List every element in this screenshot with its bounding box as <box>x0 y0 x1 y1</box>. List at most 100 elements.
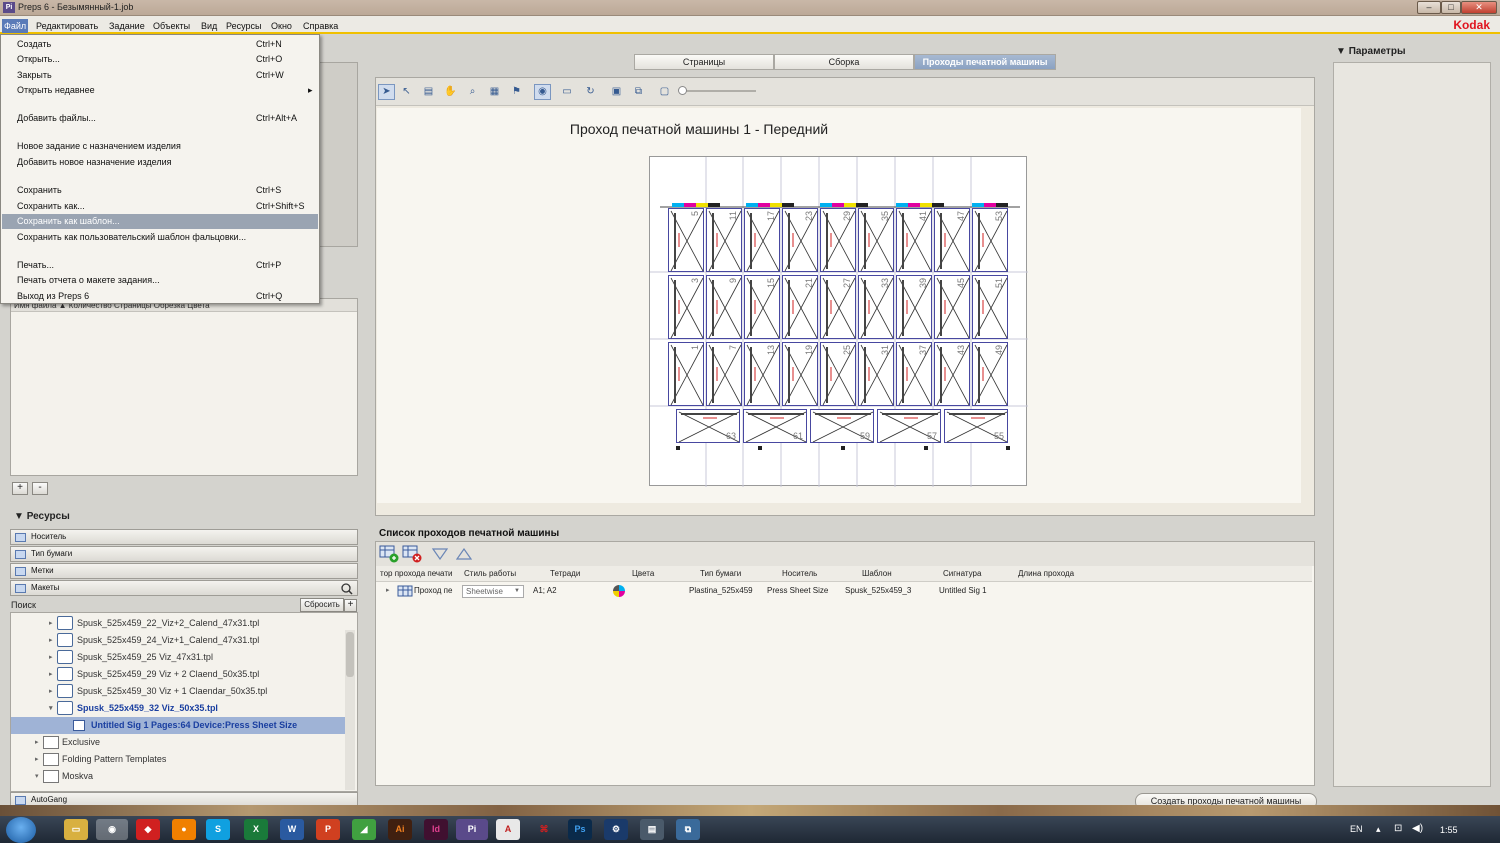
page-cell[interactable]: 23 <box>782 208 818 272</box>
tree-item[interactable]: ▸ Spusk_525x459_25 Viz_47x31.tpl <box>11 649 347 666</box>
tree-item-selected[interactable]: Untitled Sig 1 Pages:64 Device:Press She… <box>11 717 345 734</box>
explorer-icon[interactable]: ▭ <box>64 819 88 840</box>
page-cell[interactable]: 35 <box>858 208 894 272</box>
tree-item[interactable]: ▸ Spusk_525x459_29 Viz + 2 Claend_50x35.t… <box>11 666 347 683</box>
page-cell[interactable]: 27 <box>820 275 856 339</box>
section-media[interactable]: Носитель <box>10 529 358 545</box>
fit-tool-icon[interactable]: ▦ <box>486 84 503 100</box>
tab-pages[interactable]: Страницы <box>634 54 774 70</box>
tree-item[interactable]: ▸ Spusk_525x459_30 Viz + 1 Claendar_50x35… <box>11 683 347 700</box>
tree-item-expanded[interactable]: ▾ Spusk_525x459_32 Viz_50x35.tpl <box>11 700 347 717</box>
col-run-length[interactable]: Длина прохода <box>1018 569 1074 578</box>
photoshop-icon[interactable]: Ps <box>568 819 592 840</box>
menu-item-add-files[interactable]: Добавить файлы... Ctrl+Alt+A <box>2 111 318 126</box>
search-icon[interactable] <box>341 583 353 595</box>
menu-job[interactable]: Задание <box>107 19 147 33</box>
network-app-icon[interactable]: ⧉ <box>676 819 700 840</box>
tree-folder[interactable]: ▸ Exclusive <box>11 734 347 751</box>
page-cell[interactable]: 51 <box>972 275 1008 339</box>
expand-arrow-icon[interactable]: ▸ <box>386 586 390 594</box>
excel-icon[interactable]: X <box>244 819 268 840</box>
powerpoint-icon[interactable]: P <box>316 819 340 840</box>
tree-item[interactable]: ▸ Spusk_525x459_24_Viz+1_Calend_47x31.tpl <box>11 632 347 649</box>
page-cell[interactable]: 53 <box>972 208 1008 272</box>
menu-item-save-as[interactable]: Сохранить как... Ctrl+Shift+S <box>2 199 318 214</box>
section-layouts[interactable]: Макеты <box>10 580 358 596</box>
delete-run-icon[interactable] <box>402 545 422 563</box>
zoom-slider-handle[interactable] <box>678 86 687 95</box>
settings-icon[interactable]: ⚙ <box>604 819 628 840</box>
firefox-icon[interactable]: ● <box>172 819 196 840</box>
hand-tool-icon[interactable]: ✋ <box>442 84 459 100</box>
arrange-icon[interactable]: ⧉ <box>630 84 647 100</box>
page-cell[interactable]: 9 <box>706 275 742 339</box>
rotate-icon[interactable]: ↻ <box>582 84 599 100</box>
page-cell[interactable]: 11 <box>706 208 742 272</box>
zoom-slider[interactable] <box>681 90 756 92</box>
add-layout-button[interactable]: + <box>344 599 357 612</box>
indesign-icon[interactable]: Id <box>424 819 448 840</box>
section-marks[interactable]: Метки <box>10 563 358 579</box>
page-tool-icon[interactable]: ▤ <box>420 84 437 100</box>
menu-item-save-as-template[interactable]: Сохранить как шаблон... <box>2 214 318 229</box>
page-cell[interactable]: 31 <box>858 342 894 406</box>
skype-icon[interactable]: S <box>206 819 230 840</box>
page-cell[interactable]: 3 <box>668 275 704 339</box>
menu-item-close[interactable]: Закрыть Ctrl+W <box>2 68 318 83</box>
add-file-button[interactable]: + <box>12 482 28 495</box>
add-run-icon[interactable] <box>379 545 399 563</box>
page-cell-rotated[interactable]: 63 <box>676 409 740 443</box>
menu-item-open[interactable]: Открыть... Ctrl+O <box>2 52 318 67</box>
page-cell[interactable]: 29 <box>820 208 856 272</box>
tab-assembly[interactable]: Сборка <box>774 54 914 70</box>
work-style-select[interactable]: Sheetwise ▼ <box>462 585 524 598</box>
menu-item-new[interactable]: Создать Ctrl+N <box>2 37 318 52</box>
select-tool-icon[interactable]: ➤ <box>378 84 395 100</box>
tree-folder[interactable]: ▾ Moskva <box>11 768 347 785</box>
menu-help[interactable]: Справка <box>301 19 340 33</box>
start-button[interactable] <box>6 817 36 843</box>
page-cell-rotated[interactable]: 55 <box>944 409 1008 443</box>
tree-scrollbar[interactable] <box>345 630 355 790</box>
network-icon[interactable]: ⊡ <box>1394 823 1402 834</box>
page-cell[interactable]: 15 <box>744 275 780 339</box>
page-cell[interactable]: 49 <box>972 342 1008 406</box>
page-cell[interactable]: 13 <box>744 342 780 406</box>
col-work-style[interactable]: Стиль работы <box>464 569 516 578</box>
menu-item-print-report[interactable]: Печать отчета о макете задания... <box>2 273 318 288</box>
page-cell[interactable]: 45 <box>934 275 970 339</box>
mark-tool-icon[interactable]: ⚑ <box>508 84 525 100</box>
page-cell[interactable]: 19 <box>782 342 818 406</box>
app-icon[interactable]: ◢ <box>352 819 376 840</box>
ruler-icon[interactable]: ▭ <box>556 84 578 100</box>
acrobat-reader-icon[interactable]: ⌘ <box>532 819 556 840</box>
move-up-icon[interactable] <box>456 548 472 560</box>
col-run-id[interactable]: тор прохода печати <box>380 569 452 578</box>
menu-item-exit[interactable]: Выход из Preps 6 Ctrl+Q <box>2 289 318 304</box>
menu-file[interactable]: Файл <box>2 19 29 33</box>
col-paper-type[interactable]: Тип бумаги <box>700 569 741 578</box>
menu-resources[interactable]: Ресурсы <box>224 19 264 33</box>
clock[interactable]: 1:55 <box>1440 825 1458 835</box>
close-button[interactable]: ✕ <box>1461 1 1497 14</box>
move-down-icon[interactable] <box>432 548 448 560</box>
file-list[interactable]: Имя файла ▲ Количество Страницы Обрезка … <box>10 298 358 476</box>
chrome-icon[interactable]: ◉ <box>96 819 128 840</box>
page-cell-rotated[interactable]: 61 <box>743 409 807 443</box>
sheet-icon[interactable]: ▢ <box>656 84 673 100</box>
menu-item-open-recent[interactable]: Открыть недавнее ▸ <box>2 83 318 98</box>
menu-item-save-folding-template[interactable]: Сохранить как пользовательский шаблон фа… <box>2 230 318 245</box>
acrobat-icon[interactable]: A <box>496 819 520 840</box>
preview-icon[interactable]: ◉ <box>534 84 551 100</box>
antivirus-icon[interactable]: ◆ <box>136 819 160 840</box>
page-cell-rotated[interactable]: 57 <box>877 409 941 443</box>
language-indicator[interactable]: EN <box>1350 824 1363 834</box>
page-cell[interactable]: 21 <box>782 275 818 339</box>
word-icon[interactable]: W <box>280 819 304 840</box>
tree-folder[interactable]: ▸ Folding Pattern Templates <box>11 751 347 768</box>
page-cell[interactable]: 43 <box>934 342 970 406</box>
tray-arrow-icon[interactable]: ▴ <box>1376 824 1381 835</box>
layouts-tree[interactable]: ▸ Spusk_525x459_22_Viz+2_Calend_47x31.tpl… <box>10 612 358 792</box>
illustrator-icon[interactable]: Ai <box>388 819 412 840</box>
tree-item[interactable]: ▸ Spusk_525x459_22_Viz+2_Calend_47x31.tpl <box>11 615 347 632</box>
